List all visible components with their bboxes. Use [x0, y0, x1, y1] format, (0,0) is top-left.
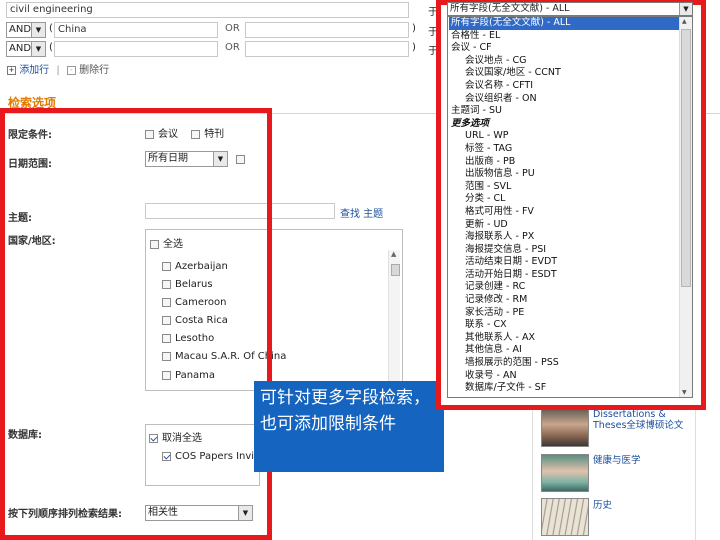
search-term-input-3[interactable] [54, 41, 218, 57]
close-paren: ) [412, 23, 416, 34]
field-option[interactable]: 其他信息 - AI [449, 344, 679, 357]
options-highlight-frame [0, 108, 272, 540]
field-option[interactable]: 更多选项 [449, 118, 679, 131]
or-label: OR [225, 42, 240, 53]
delete-row-link[interactable]: 删除行 [79, 65, 109, 76]
field-option[interactable]: 会议组织者 - ON [449, 93, 679, 106]
category-health[interactable]: 健康与医学 [593, 452, 641, 466]
field-option-list[interactable]: 所有字段(无全文文献) - ALL 合格性 - EL 会议 - CF 会议地点 - C… [447, 16, 693, 398]
field-option[interactable]: 会议国家/地区 - CCNT [449, 67, 679, 80]
field-option[interactable]: 联系 - CX [449, 319, 679, 332]
field-option[interactable]: 会议 - CF [449, 42, 679, 55]
scroll-down-icon[interactable]: ▼ [682, 389, 687, 396]
field-select-value: 所有字段(无全文文献) - ALL [450, 3, 570, 14]
field-option[interactable]: 记录创建 - RC [449, 281, 679, 294]
field-option[interactable]: 家长活动 - PE [449, 307, 679, 320]
field-option[interactable]: 分类 - CL [449, 193, 679, 206]
callout-box: 可针对更多字段检索，也可添加限制条件 [254, 381, 444, 472]
scroll-thumb[interactable] [391, 264, 400, 276]
boolean-operator-select-3[interactable]: AND ▼ [6, 41, 46, 57]
chevron-down-icon: ▼ [31, 23, 45, 37]
surgeon-thumbnail-icon [541, 454, 589, 492]
field-option[interactable]: 更新 - UD [449, 219, 679, 232]
plus-icon: + [7, 65, 16, 75]
row-actions: + 添加行 | - 删除行 [7, 61, 109, 76]
field-options: 所有字段(无全文文献) - ALL 合格性 - EL 会议 - CF 会议地点 - C… [449, 17, 679, 395]
field-option[interactable]: 活动开始日期 - ESDT [449, 269, 679, 282]
find-subject-link[interactable]: 查找 主题 [340, 205, 383, 220]
search-term-input-2[interactable]: China [54, 22, 218, 38]
country-scrollbar[interactable]: ▲ [388, 250, 400, 388]
field-option[interactable]: 出版物信息 - PU [449, 168, 679, 181]
field-option[interactable]: 主题词 - SU [449, 105, 679, 118]
or-label: OR [225, 23, 240, 34]
search-term-input-2b[interactable] [245, 22, 409, 38]
field-option[interactable]: 海报提交信息 - PSI [449, 244, 679, 257]
field-option[interactable]: 墙报展示的范围 - PSS [449, 357, 679, 370]
field-option[interactable]: 数据库/子文件 - SF [449, 382, 679, 395]
field-option[interactable]: 其他联系人 - AX [449, 332, 679, 345]
field-option[interactable]: 会议地点 - CG [449, 55, 679, 68]
field-option[interactable]: 格式可用性 - FV [449, 206, 679, 219]
boolean-operator-value: AND [9, 43, 32, 54]
separator: | [56, 65, 60, 76]
open-paren: ( [49, 42, 53, 53]
field-option[interactable]: 活动结束日期 - EVDT [449, 256, 679, 269]
add-row-link[interactable]: 添加行 [19, 65, 49, 76]
chevron-down-icon: ▼ [31, 42, 45, 56]
option-scrollbar[interactable]: ▲ ▼ [679, 17, 692, 397]
field-option[interactable]: 收录号 - AN [449, 370, 679, 383]
scroll-up-icon[interactable]: ▲ [391, 250, 396, 258]
field-select[interactable]: 所有字段(无全文文献) - ALL ▼ [447, 2, 693, 16]
field-option[interactable]: 记录修改 - RM [449, 294, 679, 307]
search-term-input-3b[interactable] [245, 41, 409, 57]
field-option[interactable]: 海报联系人 - PX [449, 231, 679, 244]
callout-text: 可针对更多字段检索，也可添加限制条件 [260, 388, 430, 434]
scroll-up-icon[interactable]: ▲ [682, 18, 687, 25]
field-option[interactable]: URL - WP [449, 130, 679, 143]
open-paren: ( [49, 23, 53, 34]
field-option[interactable]: 标签 - TAG [449, 143, 679, 156]
scroll-thumb[interactable] [681, 29, 691, 287]
boolean-operator-value: AND [9, 24, 32, 35]
manuscript-thumbnail-icon [541, 498, 589, 536]
chevron-down-icon[interactable]: ▼ [679, 3, 692, 15]
field-option[interactable]: 所有字段(无全文文献) - ALL [449, 17, 679, 30]
boolean-operator-select-2[interactable]: AND ▼ [6, 22, 46, 38]
category-history[interactable]: 历史 [593, 497, 612, 511]
close-paren: ) [412, 42, 416, 53]
field-option[interactable]: 范围 - SVL [449, 181, 679, 194]
field-option[interactable]: 会议名称 - CFTI [449, 80, 679, 93]
category-dissertations[interactable]: Dissertations & Theses全球博硕论文 [593, 409, 691, 431]
field-option[interactable]: 出版商 - PB [449, 156, 679, 169]
field-option[interactable]: 合格性 - EL [449, 30, 679, 43]
search-term-input-1[interactable]: civil engineering [6, 2, 409, 18]
minus-icon: - [66, 65, 76, 75]
portrait-thumbnail-icon [541, 409, 589, 447]
